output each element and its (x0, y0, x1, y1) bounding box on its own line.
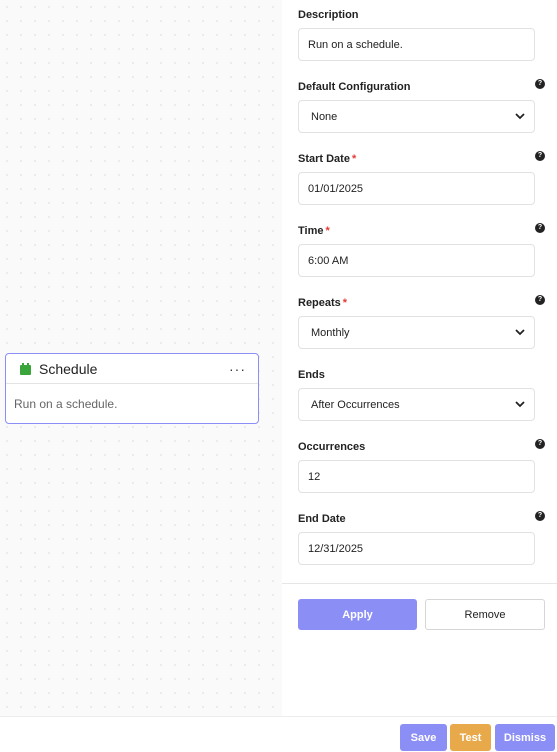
help-icon[interactable]: ? (535, 223, 545, 233)
start-date-input[interactable]: 01/01/2025 (298, 172, 535, 205)
repeats-field: Repeats * ? Monthly (298, 295, 545, 349)
chevron-down-icon (515, 113, 525, 120)
ends-field: Ends After Occurrences (298, 369, 535, 421)
ends-label: Ends (298, 369, 325, 381)
workflow-canvas[interactable]: Schedule ··· Run on a schedule. (0, 0, 282, 716)
apply-button[interactable]: Apply (298, 599, 417, 630)
description-input[interactable]: Run on a schedule. (298, 28, 535, 61)
repeats-select[interactable]: Monthly (298, 316, 535, 349)
required-marker: * (325, 225, 330, 237)
time-label: Time * (298, 225, 330, 237)
start-date-label: Start Date * (298, 153, 357, 165)
save-button[interactable]: Save (400, 724, 447, 751)
occurrences-field: Occurrences ? 12 (298, 439, 545, 493)
help-icon[interactable]: ? (535, 79, 545, 89)
chevron-down-icon (515, 329, 525, 336)
test-button[interactable]: Test (450, 724, 491, 751)
remove-button[interactable]: Remove (425, 599, 545, 630)
occurrences-input[interactable]: 12 (298, 460, 535, 493)
node-header: Schedule ··· (6, 354, 258, 384)
config-panel: Description Run on a schedule. Default C… (282, 0, 557, 716)
time-field: Time * ? 6:00 AM (298, 223, 545, 277)
calendar-icon (20, 362, 31, 375)
node-title: Schedule (39, 360, 98, 377)
end-date-label: End Date (298, 513, 346, 525)
node-description: Run on a schedule. (14, 397, 118, 411)
ends-select[interactable]: After Occurrences (298, 388, 535, 421)
repeats-label: Repeats * (298, 297, 348, 309)
required-marker: * (342, 297, 348, 309)
help-icon[interactable]: ? (535, 295, 545, 305)
required-marker: * (351, 153, 357, 165)
occurrences-label: Occurrences (298, 441, 366, 453)
default-configuration-select[interactable]: None (298, 100, 535, 133)
dismiss-button[interactable]: Dismiss (495, 724, 555, 751)
footer-bar: Save Test Dismiss (0, 716, 557, 752)
chevron-down-icon (515, 401, 525, 408)
node-menu-icon[interactable]: ··· (229, 362, 246, 376)
schedule-node[interactable]: Schedule ··· Run on a schedule. (5, 353, 259, 424)
repeats-value: Monthly (311, 326, 350, 339)
help-icon[interactable]: ? (535, 439, 545, 449)
panel-divider (282, 583, 557, 584)
help-icon[interactable]: ? (535, 511, 545, 521)
end-date-input[interactable]: 12/31/2025 (298, 532, 535, 565)
end-date-field: End Date ? 12/31/2025 (298, 511, 545, 565)
description-field: Description Run on a schedule. (298, 9, 535, 61)
default-configuration-value: None (311, 110, 338, 123)
help-icon[interactable]: ? (535, 151, 545, 161)
default-configuration-field: Default Configuration ? None (298, 79, 545, 133)
time-input[interactable]: 6:00 AM (298, 244, 535, 277)
start-date-field: Start Date * ? 01/01/2025 (298, 151, 545, 205)
description-label: Description (298, 9, 359, 21)
default-configuration-label: Default Configuration (298, 81, 411, 93)
ends-value: After Occurrences (311, 398, 400, 411)
